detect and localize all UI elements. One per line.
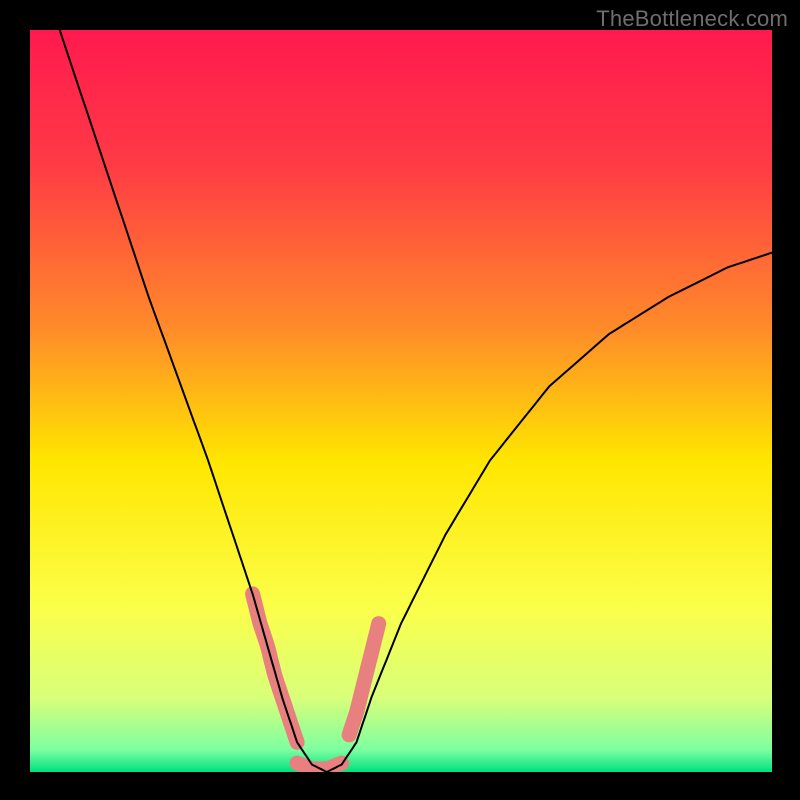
bottleneck-curve-chart [0, 0, 800, 800]
plot-background-gradient [30, 30, 772, 772]
chart-container: { "watermark": "TheBottleneck.com", "cha… [0, 0, 800, 800]
watermark-text: TheBottleneck.com [596, 6, 788, 32]
